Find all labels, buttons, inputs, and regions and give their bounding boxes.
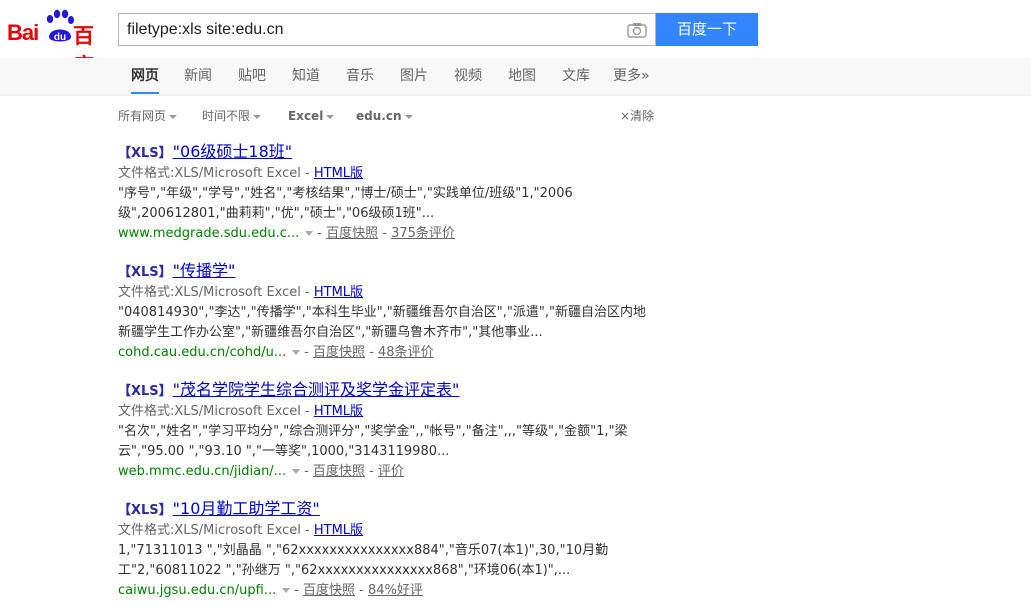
tab-map[interactable]: 地图	[508, 58, 536, 94]
result-title-line: 【XLS】"传播学"	[118, 259, 678, 283]
filter-label: Excel	[288, 109, 324, 123]
filter-filetype[interactable]: Excel	[288, 104, 335, 128]
result-item: 【XLS】"10月勤工助学工资" 文件格式:XLS/Microsoft Exce…	[118, 497, 678, 616]
dropdown-arrow-icon[interactable]	[292, 350, 301, 355]
result-format: 文件格式:XLS/Microsoft Excel - HTML版	[118, 523, 364, 538]
html-version-link[interactable]: HTML版	[314, 523, 363, 538]
tab-tieba[interactable]: 贴吧	[238, 58, 266, 94]
format-label: 文件格式:	[118, 523, 175, 538]
dropdown-arrow-icon[interactable]	[305, 231, 314, 236]
reviews-link[interactable]: 84%好评	[368, 583, 423, 598]
snapshot-link[interactable]: 百度快照	[303, 583, 355, 598]
xls-tag: 【XLS】	[118, 503, 172, 518]
xls-tag: 【XLS】	[118, 146, 172, 161]
result-item: 【XLS】"茂名学院学生综合测评及奖学金评定表" 文件格式:XLS/Micros…	[118, 378, 678, 497]
result-format: 文件格式:XLS/Microsoft Excel - HTML版	[118, 285, 364, 300]
filter-label: 时间不限	[202, 109, 251, 123]
result-format: 文件格式:XLS/Microsoft Excel - HTML版	[118, 166, 364, 181]
result-abstract: 1,"71311013 ","刘晶晶 ","62xxxxxxxxxxxxxxx8…	[118, 543, 609, 578]
clear-label: 清除	[630, 109, 655, 123]
camera-icon[interactable]	[627, 22, 647, 38]
result-title-link[interactable]: "茂名学院学生综合测评及奖学金评定表"	[173, 380, 460, 399]
result-url: caiwu.jgsu.edu.cn/upfi...	[118, 583, 277, 598]
filter-time[interactable]: 时间不限	[202, 104, 262, 128]
format-label: 文件格式:	[118, 166, 175, 181]
nav-tabs: 网页 新闻 贴吧 知道 音乐 图片 视频 地图 文库 更多»	[0, 58, 1031, 96]
html-version-link[interactable]: HTML版	[314, 404, 363, 419]
tab-music[interactable]: 音乐	[346, 58, 374, 94]
result-abstract: "序号","年级","学号","姓名","考核结果","博士/硕士","实践单位…	[118, 186, 573, 221]
xls-tag: 【XLS】	[118, 384, 172, 399]
result-url-line: caiwu.jgsu.edu.cn/upfi... - 百度快照 - 84%好评	[118, 583, 423, 598]
result-url-line: www.medgrade.sdu.edu.c... - 百度快照 - 375条评价	[118, 226, 455, 241]
filter-label: edu.cn	[356, 109, 402, 123]
search-button[interactable]: 百度一下	[656, 13, 758, 46]
dropdown-arrow-icon[interactable]	[282, 588, 291, 593]
result-abstract: "040814930","李达","传播学","本科生毕业","新疆维吾尔自治区…	[118, 305, 646, 340]
clear-filters-button[interactable]: ×清除	[620, 104, 654, 128]
tab-wenku[interactable]: 文库	[562, 58, 590, 94]
result-title-link[interactable]: "10月勤工助学工资"	[173, 499, 320, 518]
tab-zhidao[interactable]: 知道	[292, 58, 320, 94]
header: Bai du 百度 百度一下	[0, 0, 1031, 78]
result-title-line: 【XLS】"06级硕士18班"	[118, 140, 678, 164]
caret-down-icon	[253, 114, 262, 119]
result-item: 【XLS】"传播学" 文件格式:XLS/Microsoft Excel - HT…	[118, 259, 678, 378]
result-abstract: "名次","姓名","学习平均分","综合测评分","奖学金",,"帐号","备…	[118, 424, 628, 459]
snapshot-link[interactable]: 百度快照	[313, 345, 365, 360]
search-box	[118, 13, 656, 46]
result-title-link[interactable]: "传播学"	[173, 261, 236, 280]
result-url: www.medgrade.sdu.edu.c...	[118, 226, 300, 241]
logo-paw-text: du	[54, 32, 66, 43]
paw-logo-icon: du	[46, 9, 74, 43]
search-input[interactable]	[119, 14, 627, 45]
format-label: 文件格式:	[118, 404, 175, 419]
results-list: 【XLS】"06级硕士18班" 文件格式:XLS/Microsoft Excel…	[118, 140, 678, 616]
tab-images[interactable]: 图片	[400, 58, 428, 94]
format-value: XLS/Microsoft Excel	[174, 523, 301, 538]
tab-news[interactable]: 新闻	[184, 58, 212, 94]
result-url: cohd.cau.edu.cn/cohd/u...	[118, 345, 287, 360]
baidu-logo[interactable]: Bai du 百度	[7, 9, 111, 78]
result-title-line: 【XLS】"茂名学院学生综合测评及奖学金评定表"	[118, 378, 678, 402]
filter-all-pages[interactable]: 所有网页	[118, 104, 178, 128]
html-version-link[interactable]: HTML版	[314, 285, 363, 300]
xls-tag: 【XLS】	[118, 265, 172, 280]
result-item: 【XLS】"06级硕士18班" 文件格式:XLS/Microsoft Excel…	[118, 140, 678, 259]
format-value: XLS/Microsoft Excel	[174, 404, 301, 419]
result-url-line: web.mmc.edu.cn/jidian/... - 百度快照 - 评价	[118, 464, 404, 479]
format-value: XLS/Microsoft Excel	[174, 285, 301, 300]
filter-label: 所有网页	[118, 109, 167, 123]
logo-latin: Bai	[7, 20, 39, 45]
reviews-link[interactable]: 48条评价	[378, 345, 434, 360]
result-url: web.mmc.edu.cn/jidian/...	[118, 464, 287, 479]
format-label: 文件格式:	[118, 285, 175, 300]
snapshot-link[interactable]: 百度快照	[313, 464, 365, 479]
snapshot-link[interactable]: 百度快照	[326, 226, 378, 241]
format-value: XLS/Microsoft Excel	[174, 166, 301, 181]
tab-video[interactable]: 视频	[454, 58, 482, 94]
search-tools: 所有网页 时间不限 Excel edu.cn	[0, 104, 1031, 128]
result-title-line: 【XLS】"10月勤工助学工资"	[118, 497, 678, 521]
result-format: 文件格式:XLS/Microsoft Excel - HTML版	[118, 404, 364, 419]
dropdown-arrow-icon[interactable]	[292, 469, 301, 474]
result-url-line: cohd.cau.edu.cn/cohd/u... - 百度快照 - 48条评价	[118, 345, 434, 360]
caret-down-icon	[169, 114, 178, 119]
close-icon: ×	[620, 109, 631, 123]
reviews-link[interactable]: 评价	[378, 464, 404, 479]
caret-down-icon	[326, 114, 335, 119]
filter-site[interactable]: edu.cn	[356, 104, 413, 128]
caret-down-icon	[404, 114, 413, 119]
tab-web[interactable]: 网页	[131, 58, 159, 94]
tab-more[interactable]: 更多»	[613, 58, 650, 94]
html-version-link[interactable]: HTML版	[314, 166, 363, 181]
result-title-link[interactable]: "06级硕士18班"	[173, 142, 292, 161]
reviews-link[interactable]: 375条评价	[391, 226, 455, 241]
